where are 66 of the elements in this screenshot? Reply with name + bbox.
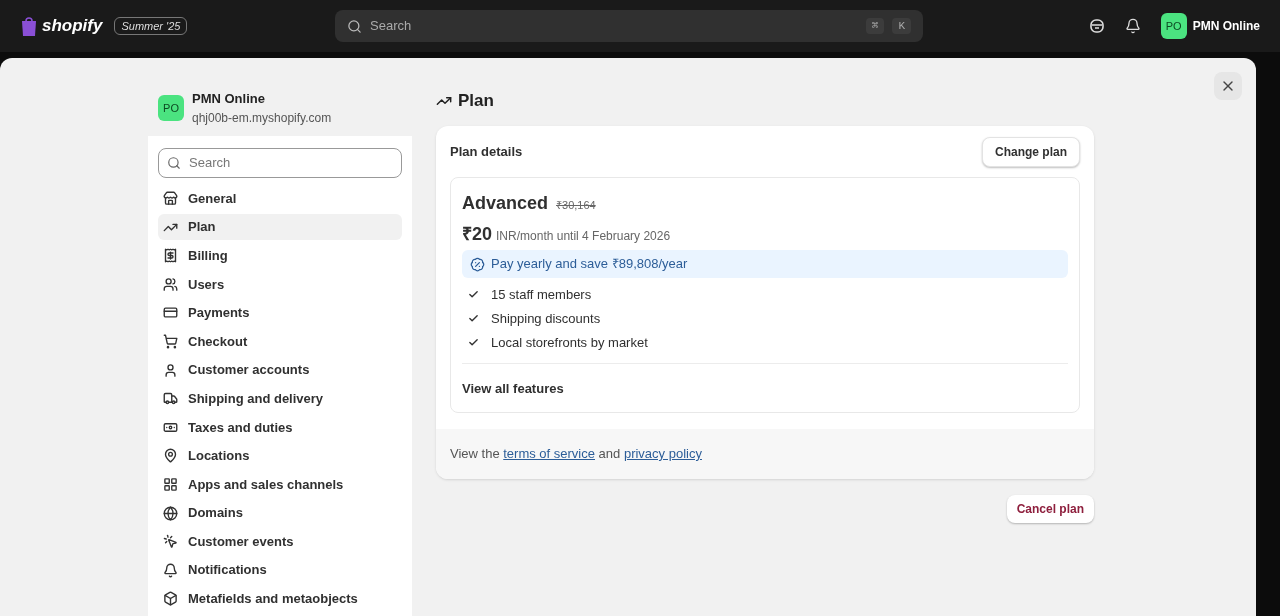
search-field[interactable]: Search ⌘ K [335,10,923,42]
sidebar-item[interactable]: Customer accounts [158,357,402,384]
sidebar-item[interactable]: Notifications [158,557,402,584]
users-icon [163,276,178,292]
discount-badge-icon [470,256,485,272]
sidebar-item[interactable]: Locations [158,442,402,469]
feature-text: Shipping discounts [491,309,601,328]
sidebar-item[interactable]: Domains [158,500,402,527]
check-icon [468,289,479,300]
feature-text: 15 staff members [491,285,592,304]
shortcut-key: K [892,17,911,35]
globe-icon [163,505,178,521]
view-all-features-link[interactable]: View all features [462,381,564,396]
bag-logo-icon [20,16,38,36]
legal-text: View the terms of service and privacy policy [450,445,703,463]
search-placeholder: Search [370,17,413,36]
card-icon [163,305,178,321]
logo-text: shopify [42,15,103,38]
pointer-icon [163,534,178,550]
store-name[interactable]: PMN Online [1192,17,1260,35]
search-icon [167,155,181,170]
store-domain: qhj00b-em.myshopify.com [192,109,332,127]
plan-name: Advanced [462,192,549,215]
price-note: INR/month until 4 February 2026 [496,228,671,245]
store-avatar[interactable]: PO [1160,13,1187,39]
page-title: Plan [458,90,494,113]
sidebar-item[interactable]: Customer events [158,528,402,555]
close-button[interactable] [1214,72,1242,100]
legal-link[interactable]: privacy policy [623,446,702,461]
promo-text: Pay yearly and save ₹89,808/year [491,255,688,274]
store-avatar: PO [158,94,184,121]
person-icon [163,362,178,378]
grid-icon [163,476,178,492]
truck-icon [163,391,178,407]
sidebar-item[interactable]: Plan [158,214,402,241]
sidebar-item[interactable]: Shipping and delivery [158,385,402,412]
sidebar-item[interactable]: General [158,185,402,212]
shortcut-key: ⌘ [865,17,885,35]
cancel-plan-button[interactable]: Cancel plan [1006,494,1094,523]
check-icon [468,337,479,348]
old-price: ₹30,164 [556,198,596,213]
store-icon [163,191,178,206]
price: ₹20 [462,223,493,246]
sidebar-item[interactable]: Payments [158,299,402,326]
bell-icon[interactable] [1124,18,1141,34]
cart-icon [163,333,178,349]
search-icon [347,18,362,34]
legal-link[interactable]: terms of service [503,446,595,461]
check-icon [468,313,479,324]
card-heading: Plan details [450,143,523,162]
search-field[interactable]: Search [158,147,402,178]
box-icon [163,591,178,607]
bell-icon [163,562,178,578]
sidebar-item[interactable]: Users [158,271,402,298]
edition-badge: Summer '25 [114,16,188,36]
sidebar-item[interactable]: Apps and sales channels [158,471,402,498]
feature-text: Local storefronts by market [491,333,648,352]
store-name: PMN Online [192,90,266,108]
sidebar-item[interactable]: Taxes and duties [158,414,402,441]
change-plan-button[interactable]: Change plan [982,137,1080,167]
sidebar-item[interactable]: Checkout [158,328,402,355]
search-placeholder: Search [189,153,231,172]
sidebar-item[interactable]: Billing [158,242,402,269]
receipt-icon [163,248,178,264]
sidebar-item[interactable]: Metafields and metaobjects [158,585,402,612]
pin-icon [163,448,178,464]
